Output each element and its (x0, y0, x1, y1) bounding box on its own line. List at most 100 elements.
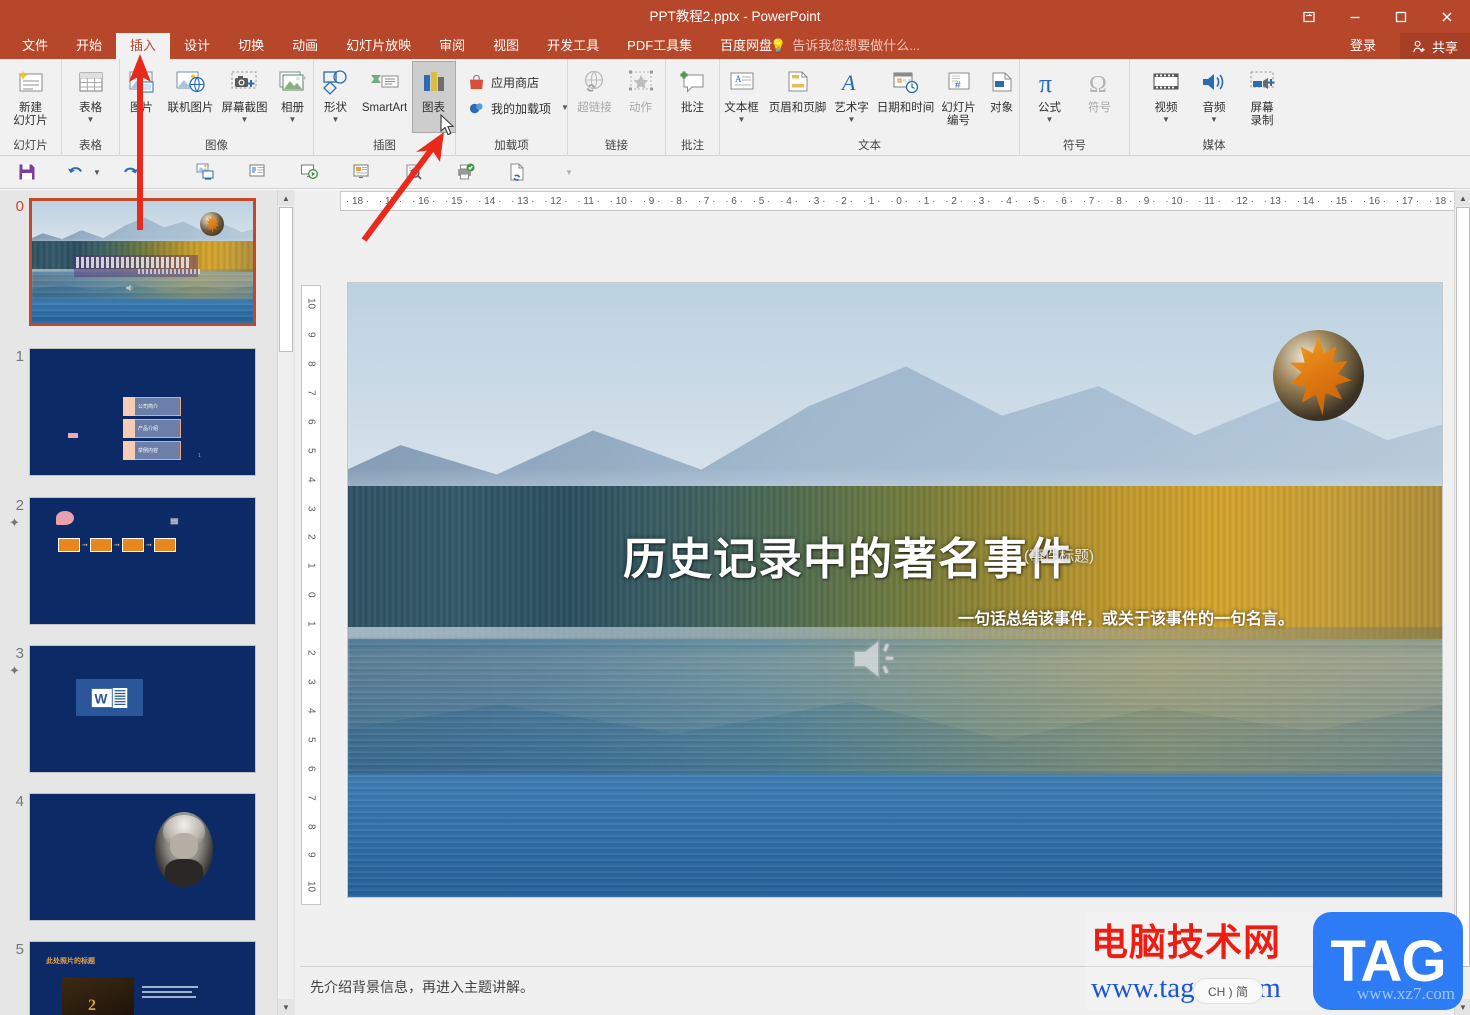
date-time-button[interactable]: 日期和时间 (875, 62, 937, 132)
tab-developer[interactable]: 开发工具 (533, 33, 613, 59)
current-slide-canvas[interactable]: 历史记录中的著名事件 (事件标题) 一句话总结该事件，或关于该事件的一句名言。 (348, 283, 1442, 897)
horizontal-ruler[interactable]: · 18 · · 17 · · 16 · · 15 · · 14 · · 13 · · 12… (340, 191, 1458, 211)
scroll-up-icon[interactable]: ▲ (278, 190, 294, 206)
wordart-button[interactable]: A 艺术字 ▼ (829, 62, 875, 132)
link-doc-button[interactable] (502, 158, 532, 186)
scroll-down-icon[interactable]: ▼ (278, 999, 294, 1015)
action-button[interactable]: 动作 (619, 62, 663, 132)
slide-number-button[interactable]: # 幻灯片 编号 (937, 62, 981, 132)
slide-master-button[interactable] (346, 158, 376, 186)
slideshow-button[interactable] (294, 158, 324, 186)
thumbnail-image[interactable] (29, 793, 256, 921)
chevron-down-icon[interactable]: ▼ (289, 116, 297, 124)
chevron-down-icon[interactable]: ▼ (93, 168, 101, 177)
object-button[interactable]: 对象 (981, 62, 1023, 132)
tab-home[interactable]: 开始 (62, 33, 116, 59)
scrollbar-thumb[interactable] (1456, 207, 1470, 967)
thumbnail-slide-1[interactable]: 1 公司简介 产品介绍 举例内容 1 (0, 348, 295, 490)
redo-button[interactable] (116, 158, 146, 186)
maximize-icon[interactable] (1378, 0, 1424, 33)
chevron-down-icon[interactable]: ▼ (1046, 116, 1054, 124)
photo-album-button[interactable]: 相册 ▼ (272, 62, 314, 132)
quick-print-button[interactable] (450, 158, 480, 186)
scroll-up-icon[interactable]: ▲ (1455, 190, 1470, 206)
thumbnail-slide-0[interactable]: 0 (0, 198, 295, 340)
slide-title-suffix[interactable]: (事件标题) (1024, 545, 1094, 566)
ruler-tick: 2 (305, 534, 317, 541)
hyperlink-button[interactable]: 超链接 (571, 62, 619, 132)
chevron-down-icon[interactable]: ▼ (1162, 116, 1170, 124)
thumbnail-image[interactable]: 公司简介 产品介绍 举例内容 1 (29, 348, 256, 476)
main-scrollbar[interactable]: ▲ ▼ (1454, 190, 1470, 1015)
thumbnail-image[interactable]: W (29, 645, 256, 773)
start-from-beginning-button[interactable] (190, 158, 220, 186)
slide-thumbnail-panel[interactable]: 0 1 公司简介 产品介绍 举例内容 1 2 ✦ ➞ ➞ ➞ 3 ✦ W 4 5… (0, 190, 295, 1015)
undo-dropdown[interactable]: ▼ (90, 158, 104, 186)
vertical-ruler[interactable]: 10 9 8 7 6 5 4 3 2 1 0 1 2 3 4 5 6 7 8 9 10 (301, 285, 321, 905)
tell-me-search[interactable]: 💡 告诉我您想要做什么... (770, 33, 920, 59)
sign-in-button[interactable]: 登录 (1342, 33, 1384, 59)
chevron-down-icon[interactable]: ▼ (241, 116, 249, 124)
tab-design[interactable]: 设计 (170, 33, 224, 59)
equation-button[interactable]: π 公式 ▼ (1025, 62, 1075, 132)
tab-pdf-tools[interactable]: PDF工具集 (613, 33, 706, 59)
maple-leaf-circle-icon[interactable] (1273, 330, 1364, 421)
preview-button[interactable] (398, 158, 428, 186)
customize-qat-button[interactable]: ▼ (554, 158, 584, 186)
tab-review[interactable]: 审阅 (425, 33, 479, 59)
portrait-photo (155, 812, 213, 887)
thumbnail-slide-2[interactable]: 2 ✦ ➞ ➞ ➞ (0, 497, 295, 639)
share-button[interactable]: 共享 (1399, 33, 1470, 59)
pictures-button[interactable]: 图片 (120, 62, 164, 132)
thumbnail-slide-4[interactable]: 4 (0, 793, 295, 935)
tab-transitions[interactable]: 切换 (224, 33, 278, 59)
comment-button[interactable]: 批注 (666, 62, 720, 132)
tab-animations[interactable]: 动画 (278, 33, 332, 59)
audio-speaker-icon[interactable] (848, 633, 906, 690)
online-pictures-button[interactable]: 联机图片 (164, 62, 218, 132)
scrollbar-thumb[interactable] (279, 207, 293, 352)
slide-title-text[interactable]: 历史记录中的著名事件 (623, 523, 1073, 587)
undo-button[interactable] (60, 158, 90, 186)
table-button[interactable]: 表格 ▼ (64, 62, 118, 132)
close-icon[interactable] (1424, 0, 1470, 33)
ruler-tick: 1 (305, 563, 317, 569)
thumbnail-image[interactable]: ➞ ➞ ➞ (29, 497, 256, 625)
symbol-button[interactable]: Ω 符号 (1075, 62, 1125, 132)
app-store-button[interactable]: 应用商店 (462, 69, 545, 95)
thumbnail-slide-5[interactable]: 5 此处照片的标题 2 (0, 941, 295, 1015)
restore-down-icon[interactable] (1286, 0, 1332, 33)
minimize-icon[interactable] (1332, 0, 1378, 33)
chevron-down-icon[interactable]: ▼ (332, 116, 340, 124)
tab-file[interactable]: 文件 (8, 33, 62, 59)
shapes-button[interactable]: 形状 ▼ (315, 62, 357, 132)
new-slide-qat-button[interactable] (242, 158, 272, 186)
chevron-down-icon[interactable]: ▼ (1210, 116, 1218, 124)
my-addins-button[interactable]: 我的加载项 ▼ (462, 95, 575, 121)
group-label-images: 图像 (205, 140, 228, 152)
notes-text[interactable]: 先介绍背景信息，再进入主题讲解。 (310, 977, 534, 997)
chevron-down-icon[interactable]: ▼ (565, 168, 573, 177)
tab-view[interactable]: 视图 (479, 33, 533, 59)
tab-slideshow[interactable]: 幻灯片放映 (332, 33, 425, 59)
thumbnail-scrollbar[interactable]: ▲ ▼ (277, 190, 294, 1015)
screen-record-button[interactable]: 屏幕 录制 (1238, 62, 1286, 132)
chevron-down-icon[interactable]: ▼ (87, 116, 95, 124)
ruler-tick: · 9 · (1137, 195, 1156, 207)
chevron-down-icon[interactable]: ▼ (848, 116, 856, 124)
tab-insert[interactable]: 插入 (116, 33, 171, 59)
smartart-button[interactable]: SmartArt (357, 62, 413, 132)
new-slide-button[interactable]: 新建 幻灯片 (1, 62, 61, 132)
video-button[interactable]: 视频 ▼ (1142, 62, 1190, 132)
thumbnail-slide-3[interactable]: 3 ✦ W (0, 645, 295, 787)
thumbnail-image[interactable]: 此处照片的标题 2 (29, 941, 256, 1015)
screen-record-icon (1247, 66, 1277, 100)
chevron-down-icon[interactable]: ▼ (738, 116, 746, 124)
thumbnail-image[interactable] (29, 198, 256, 326)
header-footer-button[interactable]: 页眉和页脚 (767, 62, 829, 132)
slide-subtitle-text[interactable]: 一句话总结该事件，或关于该事件的一句名言。 (958, 605, 1294, 629)
screenshot-button[interactable]: 屏幕截图 ▼ (218, 62, 272, 132)
text-box-button[interactable]: A 文本框 ▼ (717, 62, 767, 132)
save-button[interactable] (12, 158, 42, 186)
audio-button[interactable]: 音频 ▼ (1190, 62, 1238, 132)
